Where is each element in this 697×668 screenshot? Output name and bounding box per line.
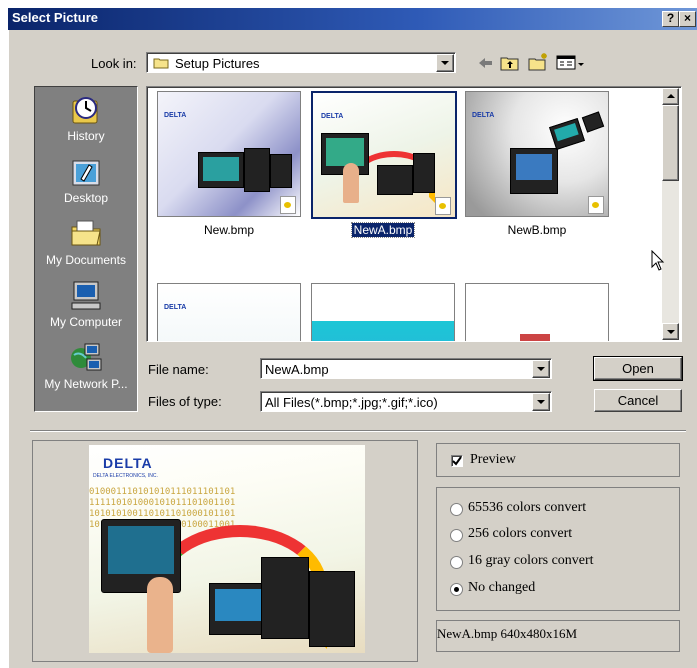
cancel-button[interactable]: Cancel [594,389,682,412]
thumbnail [465,283,609,341]
image-info-text: NewA.bmp 640x480x16M [437,626,578,641]
option-label: 256 colors convert [468,526,573,541]
finger-graphic [147,577,173,653]
radio-button[interactable] [450,503,463,516]
file-list[interactable]: DELTA New.bmp DELTA NewA.bmp DELTA NewB.… [146,86,682,342]
chevron-down-icon[interactable] [436,54,454,72]
history-icon [69,93,103,125]
delta-logo: DELTA [318,304,341,311]
my-computer-icon [69,279,103,311]
preview-image: DELTA DELTA ELECTRONICS, INC. 0100011101… [89,445,365,653]
views-menu-icon[interactable] [556,54,586,72]
delta-logo: DELTA [164,304,187,311]
file-type-label: Files of type: [148,394,222,409]
up-folder-icon[interactable] [500,54,520,72]
radio-button-selected[interactable] [450,583,463,596]
delta-logo: DELTA [321,113,344,120]
option-label: 16 gray colors convert [468,553,594,568]
place-my-computer[interactable]: My Computer [35,275,137,337]
place-desktop[interactable]: Desktop [35,151,137,213]
no-change-option[interactable]: No changed [450,580,650,598]
image-file-icon [588,196,604,214]
my-documents-icon [69,217,103,249]
folder-icon [153,56,169,69]
scroll-thumb[interactable] [662,105,679,181]
scroll-up-button[interactable] [662,88,679,105]
delta-subtitle: DELTA ELECTRONICS, INC. [93,473,158,479]
place-my-network[interactable]: My Network P... [35,337,137,399]
image-info-box: NewA.bmp 640x480x16M [436,620,680,652]
file-type-value: All Files(*.bmp;*.jpg;*.gif;*.ico) [265,395,438,410]
back-icon[interactable] [476,54,494,72]
help-button[interactable]: ? [662,11,679,27]
delta-logo: DELTA [103,455,153,471]
new-folder-icon[interactable] [528,52,550,72]
image-file-icon [280,196,296,214]
file-name-label: NewA.bmp [350,222,416,238]
thumbnail: DELTA [311,91,457,219]
dialog-title: Select Picture [12,10,98,25]
mouse-cursor-icon [651,249,665,272]
desktop-icon [69,155,103,187]
file-item[interactable]: DELTA [311,283,455,341]
file-name-field[interactable]: NewA.bmp [260,358,552,379]
file-item[interactable] [465,283,609,341]
places-bar: History Desktop My Documents My Computer… [34,86,138,412]
file-name-value: NewA.bmp [265,362,329,377]
option-label: 65536 colors convert [468,500,587,515]
image-file-icon [435,197,451,215]
look-in-label: Look in: [91,56,137,71]
thumbnail: DELTA [465,91,609,217]
thumbnail: DELTA [311,283,455,341]
convert-65536-option[interactable]: 65536 colors convert [450,500,650,518]
close-button[interactable]: × [679,11,696,27]
open-button[interactable]: Open [593,356,683,381]
file-item-selected[interactable]: DELTA NewA.bmp [311,91,457,238]
thumbnail: DELTA [157,283,301,341]
file-type-dropdown[interactable]: All Files(*.bmp;*.jpg;*.gif;*.ico) [260,391,552,412]
option-label: No changed [468,580,536,595]
delta-logo: DELTA [472,112,495,119]
radio-button[interactable] [450,556,463,569]
preview-frame: DELTA DELTA ELECTRONICS, INC. 0100011101… [32,440,418,662]
scroll-down-button[interactable] [662,323,679,340]
thumbnail: DELTA [157,91,301,217]
file-item[interactable]: DELTA NewB.bmp [465,91,609,237]
background-page [0,0,697,8]
look-in-dropdown[interactable]: Setup Pictures [146,52,456,73]
place-my-documents[interactable]: My Documents [35,213,137,275]
convert-16-gray-option[interactable]: 16 gray colors convert [450,553,650,571]
convert-256-option[interactable]: 256 colors convert [450,526,650,544]
file-name-label: NewB.bmp [507,223,567,237]
separator [30,430,686,432]
chevron-down-icon[interactable] [532,393,550,411]
file-item[interactable]: DELTA [157,283,301,341]
look-in-value: Setup Pictures [175,56,260,71]
file-list-scrollbar[interactable] [662,88,679,340]
delta-logo: DELTA [164,112,187,119]
radio-button[interactable] [450,529,463,542]
preview-label: Preview [470,452,516,467]
preview-checkbox[interactable] [451,455,463,467]
file-name-label: File name: [148,362,209,377]
file-item[interactable]: DELTA New.bmp [157,91,301,237]
place-history[interactable]: History [35,89,137,151]
chevron-down-icon[interactable] [532,360,550,378]
title-bar[interactable] [8,8,697,30]
check-icon [452,456,462,466]
file-name-label: New.bmp [203,223,255,237]
my-network-icon [69,341,103,373]
